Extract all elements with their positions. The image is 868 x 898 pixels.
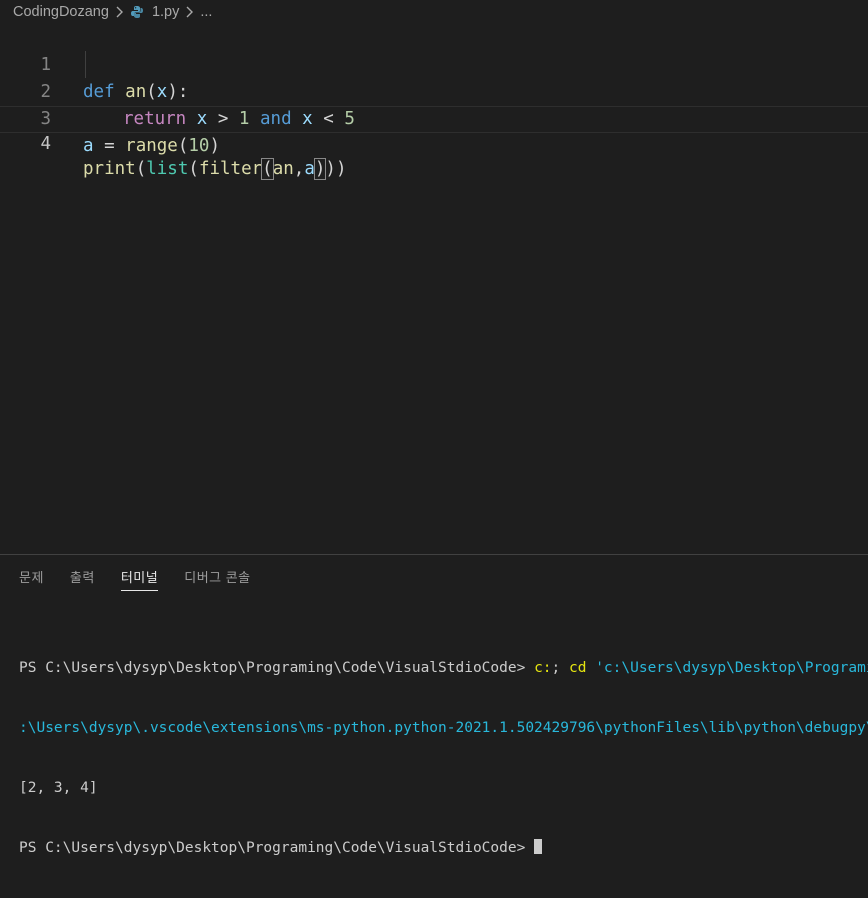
- terminal-command: cd: [569, 660, 587, 676]
- terminal-argument: 'c:\Users\dysyp\Desktop\Programing\Code\…: [595, 660, 868, 676]
- terminal-line: PS C:\Users\dysyp\Desktop\Programing\Cod…: [19, 658, 868, 678]
- code-editor[interactable]: 1 def an(x): 2 return x > 1 and x < 5 3 …: [0, 24, 868, 554]
- terminal-text: ;: [551, 660, 569, 676]
- code-text: a = range(10): [83, 133, 220, 160]
- token: =: [93, 136, 126, 156]
- python-file-icon: [130, 5, 144, 19]
- tab-terminal[interactable]: 터미널: [120, 567, 159, 591]
- token: a: [83, 136, 94, 156]
- bottom-panel: 문제 출력 터미널 디버그 콘솔 PS C:\Users\dysyp\Deskt…: [0, 554, 868, 856]
- chevron-right-icon: [115, 6, 124, 18]
- breadcrumb-more[interactable]: ...: [200, 4, 212, 20]
- code-line-2[interactable]: 2 return x > 1 and x < 5: [0, 52, 868, 129]
- token: (: [135, 159, 147, 179]
- code-line-3[interactable]: 3 a = range(10): [0, 79, 868, 156]
- tab-problems[interactable]: 문제: [19, 567, 44, 591]
- terminal-output[interactable]: PS C:\Users\dysyp\Desktop\Programing\Cod…: [19, 618, 868, 898]
- tab-debug-console[interactable]: 디버그 콘솔: [184, 567, 250, 591]
- breadcrumb-file[interactable]: 1.py: [152, 4, 179, 20]
- token: ,: [293, 159, 305, 179]
- token: range: [125, 136, 178, 156]
- terminal-line: :\Users\dysyp\.vscode\extensions\ms-pyth…: [19, 720, 868, 736]
- tab-output[interactable]: 출력: [70, 567, 95, 591]
- terminal-command: c:: [534, 660, 552, 676]
- bracket-match: ): [313, 158, 327, 180]
- token: 10: [188, 136, 210, 156]
- panel-tabs: 문제 출력 터미널 디버그 콘솔: [19, 567, 277, 591]
- bracket-match: (: [261, 158, 274, 180]
- token: (: [188, 159, 199, 179]
- token: ): [335, 159, 347, 179]
- code-text: print(list(filter(an,a))): [83, 157, 347, 182]
- chevron-right-icon: [185, 6, 194, 18]
- terminal-cursor: [534, 839, 543, 854]
- terminal-prompt: PS C:\Users\dysyp\Desktop\Programing\Cod…: [19, 840, 535, 856]
- terminal-line: PS C:\Users\dysyp\Desktop\Programing\Cod…: [19, 838, 868, 858]
- token: a: [304, 159, 315, 179]
- token: ): [325, 159, 336, 179]
- token: an: [272, 159, 294, 179]
- token: filter: [198, 159, 263, 179]
- terminal-line: [2, 3, 4]: [19, 780, 98, 796]
- terminal-prompt: PS C:\Users\dysyp\Desktop\Programing\Cod…: [19, 660, 535, 676]
- token: print: [83, 159, 136, 179]
- breadcrumb-folder[interactable]: CodingDozang: [13, 4, 109, 20]
- line-number: 4: [40, 134, 51, 154]
- token: ): [209, 136, 221, 156]
- token: (: [177, 136, 189, 156]
- code-line-4[interactable]: 4 print(list(filter(an,a))): [0, 106, 868, 180]
- token: list: [146, 159, 189, 179]
- code-line-1[interactable]: 1 def an(x):: [0, 25, 868, 102]
- breadcrumb: CodingDozang 1.py ...: [0, 0, 868, 24]
